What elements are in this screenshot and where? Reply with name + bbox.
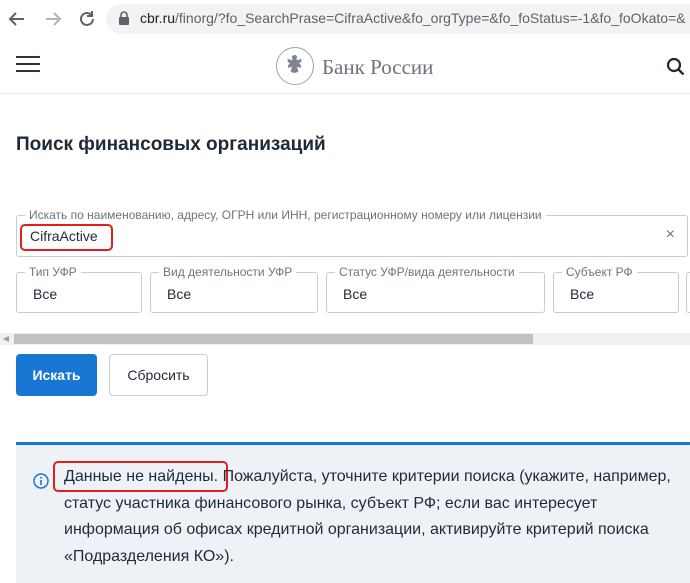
search-icon[interactable]: [666, 57, 686, 77]
filter-value: Все: [570, 286, 595, 302]
search-button[interactable]: Искать: [16, 354, 97, 396]
scroll-left-icon[interactable]: ◀: [0, 333, 12, 345]
url-path: /finorg/?fo_SearchPrase=CifraActive&fo_o…: [175, 10, 686, 26]
filter-value: Все: [167, 286, 192, 302]
search-field-label: Искать по наименованию, адресу, ОГРН или…: [25, 208, 546, 222]
url-host: cbr.ru: [140, 10, 176, 26]
logo-text[interactable]: Банк России: [322, 55, 433, 80]
scrollbar-thumb[interactable]: [14, 334, 533, 344]
info-icon: [33, 473, 49, 489]
filter-value: Все: [33, 286, 58, 302]
filter-org-type[interactable]: Тип УФР Все: [16, 265, 142, 313]
filter-label: Вид деятельности УФР: [159, 265, 297, 279]
search-field[interactable]: Искать по наименованию, адресу, ОГРН или…: [16, 208, 688, 257]
bank-emblem-logo[interactable]: [276, 47, 314, 85]
reload-icon[interactable]: [76, 8, 98, 30]
filter-next-partial[interactable]: [686, 272, 690, 313]
filter-label: Статус УФР/вида деятельности: [335, 265, 519, 279]
notice-highlight: Данные не найдены.: [64, 468, 219, 485]
filter-label: Субъект РФ: [562, 265, 637, 279]
hamburger-icon[interactable]: [16, 56, 40, 74]
page-title: Поиск финансовых организаций: [16, 134, 326, 155]
filter-activity-type[interactable]: Вид деятельности УФР Все: [150, 265, 318, 313]
notice-text: Данные не найдены. Пожалуйста, уточните …: [64, 464, 674, 570]
reset-button[interactable]: Сбросить: [109, 354, 208, 396]
lock-icon[interactable]: [118, 11, 130, 25]
address-url[interactable]: cbr.ru/finorg/?fo_SearchPrase=CifraActiv…: [140, 10, 686, 26]
annotation-highlight-query: [20, 224, 113, 251]
filter-label: Тип УФР: [25, 265, 81, 279]
clear-icon[interactable]: ×: [666, 226, 675, 244]
arrow-left-icon[interactable]: [6, 8, 28, 30]
arrow-right-icon[interactable]: [42, 8, 64, 30]
filter-region[interactable]: Субъект РФ Все: [553, 265, 679, 313]
filter-status[interactable]: Статус УФР/вида деятельности Все: [326, 265, 545, 313]
filter-value: Все: [343, 286, 368, 302]
filters-row: Тип УФР Все Вид деятельности УФР Все Ста…: [0, 260, 690, 330]
